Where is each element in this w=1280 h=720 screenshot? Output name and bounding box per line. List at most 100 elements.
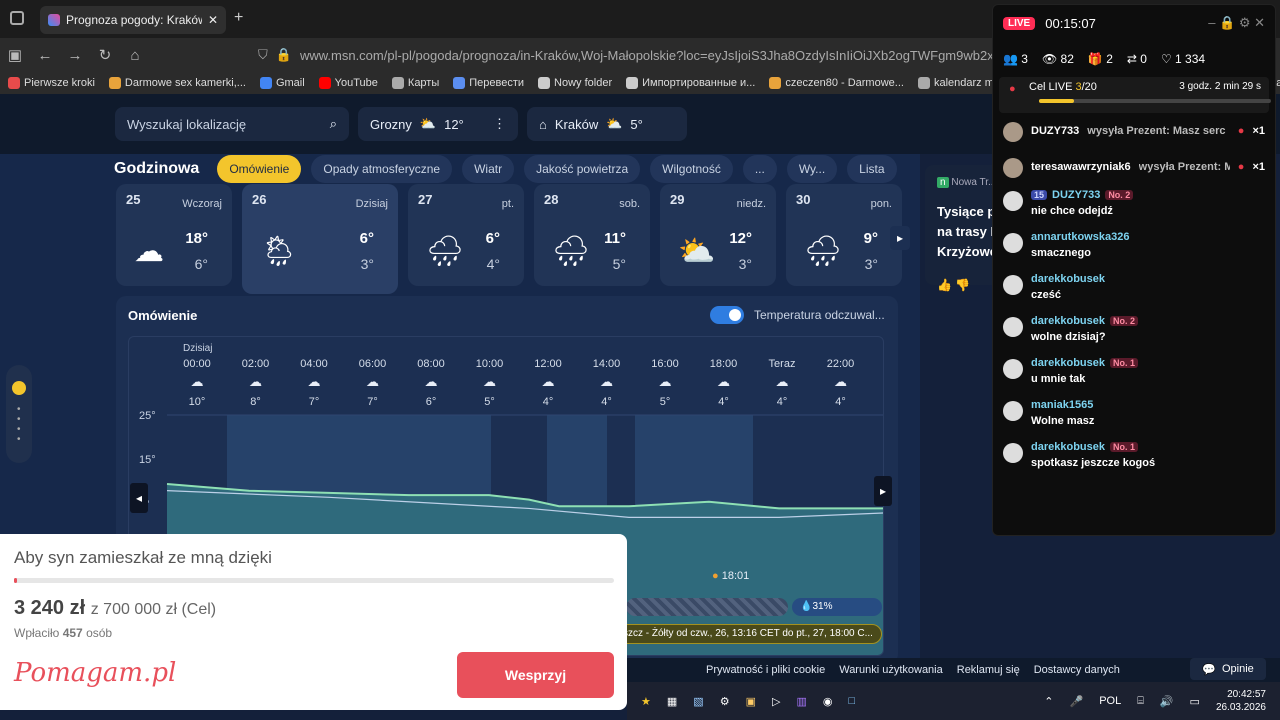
location-grozny[interactable]: Grozny ⛅ 12° ⋮ [358,107,518,141]
day-low: 6° [194,256,208,272]
mic-icon[interactable]: 🎤 [1070,695,1084,708]
network-icon[interactable]: ⌸ [1137,695,1144,708]
search-icon[interactable]: ⌕ [330,116,337,132]
avatar[interactable] [1003,158,1023,178]
language-indicator[interactable]: POL [1099,695,1121,707]
day-low: 4° [486,256,500,272]
app-icon-steam[interactable]: ⚙ [720,695,730,708]
new-tab-icon[interactable]: + [234,9,243,27]
chart-prev-icon[interactable]: ◂ [130,483,148,513]
gift-user[interactable]: teresawawrzyniak6 [1031,161,1131,173]
bookmark-item[interactable]: Карты [391,77,439,89]
live-stats: 👥 3 👁 82 🎁 2 ⇄ 0 ♡ 1 334 [993,41,1275,77]
forecast-tab[interactable]: Jakość powietrza [524,155,641,183]
bookmark-item[interactable]: YouTube [318,77,378,89]
app-icon-9[interactable]: □ [848,695,855,707]
close-icon[interactable]: ✕ [208,13,218,27]
bookmark-label: Перевести [469,77,525,89]
avatar[interactable] [1003,233,1023,253]
day-card[interactable]: 27 pt. 6° 4° 🌧 [408,184,524,286]
footer-link[interactable]: Prywatność i pliki cookie [706,664,825,676]
avatar[interactable] [1003,191,1023,211]
forecast-tab[interactable]: Wiatr [462,155,515,183]
clock[interactable]: 20:42:57 26.03.2026 [1216,688,1266,714]
avatar[interactable] [1003,401,1023,421]
chart-next-icon[interactable]: ▸ [874,476,892,506]
dislike-icon[interactable]: 👎 [955,278,970,292]
back-icon[interactable]: ← [30,47,60,64]
day-card[interactable]: 28 sob. 11° 5° 🌧 [534,184,650,286]
day-card[interactable]: 30 pon. 9° 3° 🌧 [786,184,902,286]
app-icon-chrome[interactable]: ◉ [823,695,833,708]
bookmark-item[interactable]: Nowy folder [538,77,612,89]
footer-link[interactable]: Dostawcy danych [1034,664,1120,676]
chat-username[interactable]: darekkobusek [1031,315,1105,327]
reload-icon[interactable]: ↻ [90,46,120,64]
pomagam-logo[interactable]: Pomagam.pl [14,658,176,688]
weather-warning[interactable]: szcz - Żółty od czw., 26, 13:16 CET do p… [616,624,882,644]
window-controls[interactable]: – 🔒 ⚙ ✕ [1208,15,1265,31]
more-icon[interactable]: ⋮ [493,116,506,132]
bookmark-item[interactable]: Pierwsze kroki [8,77,95,89]
app-icon-1[interactable]: ★ [641,695,651,708]
chat-body: darekkobusek No. 1 u mnie tak [1031,357,1138,391]
forward-icon[interactable]: → [60,47,90,64]
chat-username[interactable]: maniak1565 [1031,399,1093,411]
browser-tab[interactable]: Prognoza pogody: Kraków, Woj ✕ [40,6,226,34]
app-icon-3[interactable]: ▧ [693,695,703,708]
like-icon[interactable]: 👍 [937,278,952,292]
avatar[interactable] [1003,275,1023,295]
avatar[interactable] [1003,317,1023,337]
next-days-icon[interactable]: ▸ [890,226,910,250]
hour-temp: 7° [309,396,320,408]
home-icon[interactable]: ⌂ [120,47,150,64]
avatar[interactable] [1003,443,1023,463]
app-icon-5[interactable]: ▣ [746,695,756,708]
day-card[interactable]: 26 Dzisiaj 6° 3° 🌦 [242,184,398,294]
day-card[interactable]: 29 niedz. 12° 3° ⛅ [660,184,776,286]
address-bar[interactable]: ⛉ 🔒 www.msn.com/pl-pl/pogoda/prognoza/in… [258,42,1018,68]
chat-username[interactable]: darekkobusek [1031,357,1105,369]
day-card[interactable]: 25 Wczoraj 18° 6° ☁ [116,184,232,286]
avatar[interactable] [1003,359,1023,379]
feels-like-toggle[interactable] [710,306,744,324]
chat-username[interactable]: darekkobusek [1031,273,1105,285]
app-icon-6[interactable]: ▷ [772,695,780,708]
hour-label: 16:00 [651,358,679,370]
app-icon-2[interactable]: ▦ [667,695,677,708]
footer-link[interactable]: Warunki użytkowania [839,664,943,676]
bookmark-item[interactable]: Импортированные и... [626,77,755,89]
bookmark-item[interactable]: czeczen80 - Darmowe... [769,77,904,89]
support-button[interactable]: Wesprzyj [457,652,614,698]
volume-icon[interactable]: 🔊 [1160,695,1174,708]
feedback-button[interactable]: 💬 Opinie [1190,658,1266,680]
hour-label: 12:00 [534,358,562,370]
chat-username[interactable]: DUZY733 [1052,189,1100,201]
forecast-tab[interactable]: Wy... [786,155,838,183]
location-name: Kraków [554,116,599,132]
footer-link[interactable]: Reklamuj się [957,664,1020,676]
gift-user[interactable]: DUZY733 [1031,125,1079,137]
battery-icon[interactable]: ▭ [1190,695,1200,708]
forecast-tab[interactable]: Lista [847,155,897,183]
chat-username[interactable]: darekkobusek [1031,441,1105,453]
bookmark-item[interactable]: Перевести [453,77,524,89]
forecast-tab[interactable]: Opady atmosferyczne [311,155,453,183]
more-vertical-icon[interactable]: • • • • [17,405,21,445]
tray-chevron-icon[interactable]: ⌃ [1044,695,1053,708]
tab-actions-icon[interactable] [10,11,24,25]
bookmark-item[interactable]: Gmail [259,77,305,89]
search-input[interactable]: Wyszukaj lokalizację ⌕ [115,107,349,141]
forecast-tab[interactable]: Wilgotność [650,155,733,183]
chat-text: smacznego [1031,247,1091,259]
chat-username[interactable]: annarutkowska326 [1031,231,1129,243]
sidebar-icon[interactable]: ▣ [0,46,30,64]
app-icon-teams[interactable]: ▥ [796,695,806,708]
sun-icon[interactable] [12,381,26,395]
bookmark-item[interactable]: Darmowe sex kamerki,... [108,77,246,89]
forecast-tab[interactable]: Omówienie [217,155,302,183]
forecast-tab[interactable]: ... [742,155,777,183]
sunset-time: 18:01 [721,570,750,582]
avatar[interactable] [1003,122,1023,142]
location-krakow[interactable]: ⌂ Kraków ⛅ 5° [527,107,687,141]
